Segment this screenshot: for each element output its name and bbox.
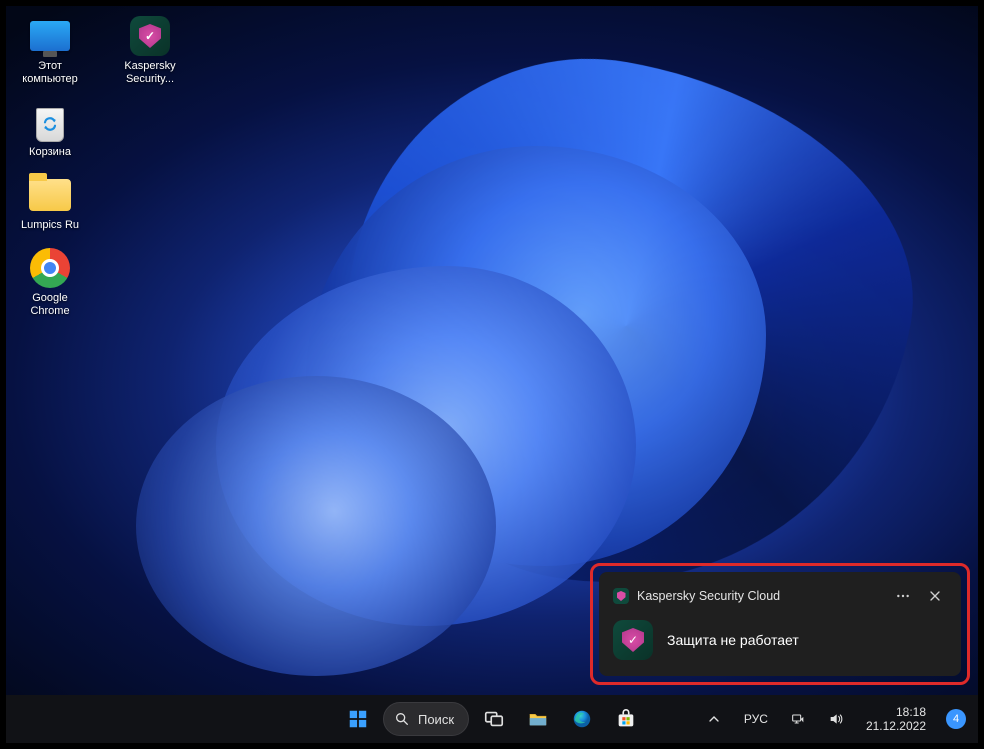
notification-count-badge: 4: [946, 709, 966, 729]
notification-highlight: Kaspersky Security Cloud: [590, 563, 970, 685]
speaker-icon: [828, 711, 844, 727]
edge-icon: [571, 708, 593, 730]
recycle-bin-icon: [28, 100, 72, 144]
desktop-icon-chrome[interactable]: Google Chrome: [14, 246, 86, 318]
kaspersky-shield-icon: ✓: [128, 14, 172, 58]
task-view-button[interactable]: [475, 700, 513, 738]
notification-close-button[interactable]: [923, 584, 947, 608]
notification-header: Kaspersky Security Cloud: [613, 584, 947, 608]
notification-message: Защита не работает: [667, 632, 799, 648]
notification-toast[interactable]: Kaspersky Security Cloud: [599, 572, 961, 676]
clock-time: 18:18: [866, 705, 926, 719]
search-button[interactable]: Поиск: [383, 702, 469, 736]
chevron-up-icon: [706, 711, 722, 727]
desktop-icon-label: Kaspersky Security...: [124, 60, 175, 86]
notification-center-button[interactable]: 4: [940, 700, 972, 738]
tray-overflow-button[interactable]: [698, 700, 730, 738]
desktop-icon-label: Lumpics Ru: [21, 219, 79, 232]
chrome-icon: [28, 246, 72, 290]
language-indicator[interactable]: РУС: [736, 700, 776, 738]
notification-more-button[interactable]: [891, 584, 915, 608]
taskbar-center: Поиск: [339, 700, 645, 738]
taskbar-app-store[interactable]: [607, 700, 645, 738]
monitor-icon: [28, 14, 72, 58]
notification-app-name: Kaspersky Security Cloud: [637, 589, 780, 603]
microsoft-store-icon: [615, 708, 637, 730]
taskbar-app-edge[interactable]: [563, 700, 601, 738]
folder-icon: [28, 173, 72, 217]
search-label: Поиск: [418, 712, 454, 727]
close-icon: [927, 588, 943, 604]
network-icon: [790, 711, 806, 727]
search-icon: [394, 711, 410, 727]
start-button[interactable]: [339, 700, 377, 738]
desktop-icon-folder-lumpics[interactable]: Lumpics Ru: [14, 173, 86, 232]
desktop-icon-kaspersky[interactable]: ✓ Kaspersky Security...: [114, 14, 186, 86]
language-label: РУС: [744, 712, 768, 726]
volume-button[interactable]: [820, 700, 852, 738]
windows-logo-icon: [347, 708, 369, 730]
clock-button[interactable]: 18:18 21.12.2022: [858, 700, 934, 738]
network-button[interactable]: [782, 700, 814, 738]
notification-body: ✓ Защита не работает: [613, 620, 947, 660]
task-view-icon: [483, 708, 505, 730]
file-explorer-icon: [527, 708, 549, 730]
kaspersky-badge-icon: [613, 588, 629, 604]
taskbar-right: РУС 18:18 21.12.2022: [698, 695, 972, 743]
desktop-icon-label: Этот компьютер: [22, 60, 77, 86]
desktop[interactable]: Этот компьютер ✓ Kaspersky Security...: [6, 6, 978, 695]
taskbar: Поиск: [6, 695, 978, 743]
ellipsis-icon: [895, 588, 911, 604]
desktop-icon-recycle-bin[interactable]: Корзина: [14, 100, 86, 159]
screen: Этот компьютер ✓ Kaspersky Security...: [0, 0, 984, 749]
clock-date: 21.12.2022: [866, 719, 926, 733]
taskbar-app-explorer[interactable]: [519, 700, 557, 738]
desktop-icons: Этот компьютер ✓ Kaspersky Security...: [14, 14, 186, 318]
desktop-icon-this-pc[interactable]: Этот компьютер: [14, 14, 86, 86]
desktop-icon-label: Корзина: [29, 146, 71, 159]
recycle-arrows-icon: [40, 114, 60, 134]
kaspersky-shield-icon: ✓: [613, 620, 653, 660]
desktop-icon-label: Google Chrome: [30, 292, 69, 318]
